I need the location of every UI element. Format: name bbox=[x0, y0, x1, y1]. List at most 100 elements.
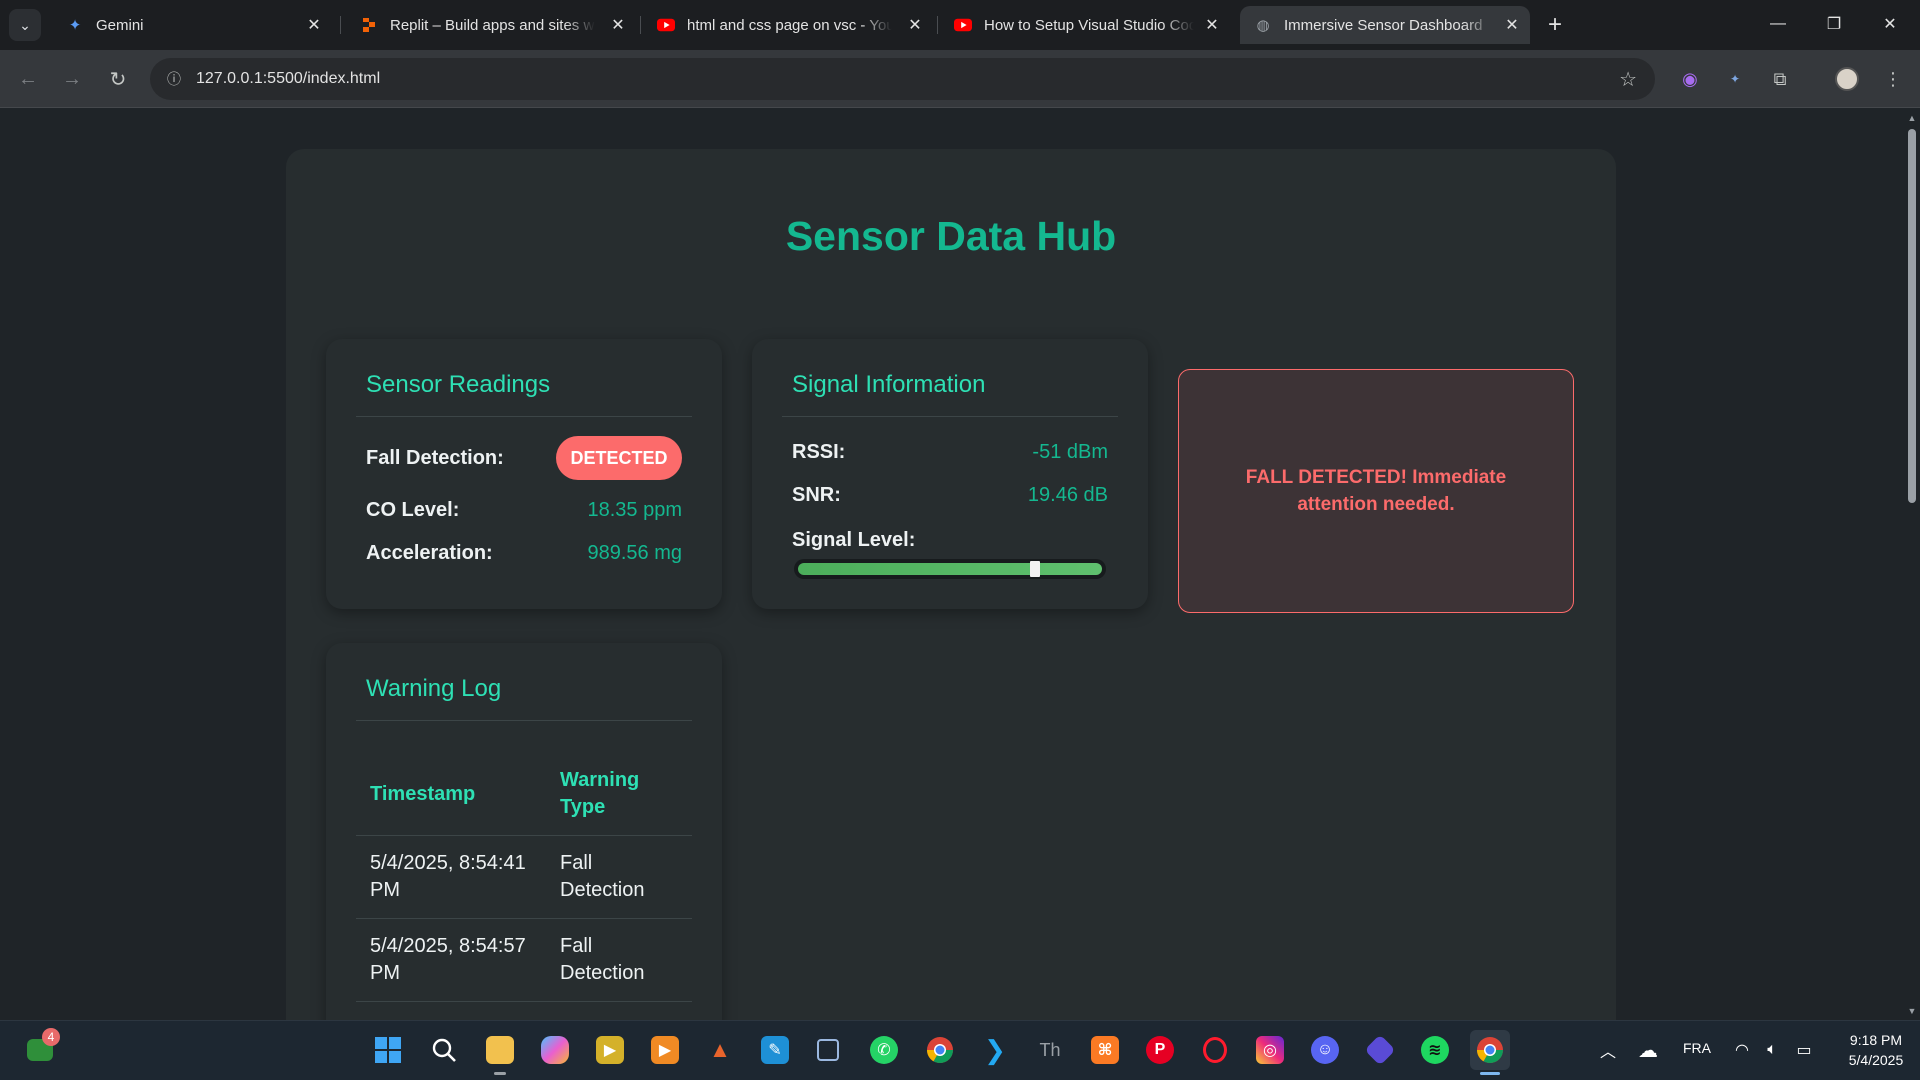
xampp-icon[interactable]: ⌘ bbox=[1085, 1030, 1125, 1070]
table-header-row: Timestamp Warning Type bbox=[356, 753, 692, 836]
tab-title: Gemini bbox=[96, 16, 144, 34]
copilot-icon[interactable] bbox=[535, 1030, 575, 1070]
youtube-icon bbox=[657, 16, 675, 34]
chrome-icon[interactable] bbox=[920, 1030, 960, 1070]
profile-avatar[interactable] bbox=[1832, 64, 1862, 94]
close-icon[interactable]: ✕ bbox=[1502, 15, 1522, 35]
tab-immersive-sensor-dashboard[interactable]: ◍ Immersive Sensor Dashboard ✕ bbox=[1240, 6, 1530, 44]
info-icon[interactable]: ⓘ bbox=[162, 67, 186, 91]
spotify-icon[interactable]: ≋ bbox=[1415, 1030, 1455, 1070]
back-button[interactable]: ← bbox=[12, 63, 44, 95]
typora-icon[interactable]: Th bbox=[1030, 1030, 1070, 1070]
close-icon[interactable]: ✕ bbox=[608, 15, 628, 35]
sensor-readings-card: Sensor Readings Fall Detection: DETECTED… bbox=[326, 339, 722, 609]
tab-youtube-html-css[interactable]: html and css page on vsc - YouTube ✕ bbox=[643, 6, 933, 44]
restore-button[interactable]: ❐ bbox=[1806, 0, 1862, 48]
tab-search-button[interactable]: ⌄ bbox=[9, 9, 41, 41]
chevron-up-icon[interactable]: ︿ bbox=[1588, 1030, 1628, 1070]
column-header-timestamp: Timestamp bbox=[356, 753, 546, 836]
page-viewport: Sensor Data Hub Sensor Readings Fall Det… bbox=[0, 109, 1920, 1020]
divider bbox=[356, 720, 692, 721]
reload-icon: ↻ bbox=[109, 68, 127, 91]
table-row: 5/4/2025, 8:54:41 PM Fall Detection bbox=[356, 835, 692, 919]
plus-icon: + bbox=[1547, 11, 1562, 38]
search-icon[interactable] bbox=[424, 1030, 464, 1070]
arrow-right-icon: → bbox=[62, 67, 82, 90]
close-icon[interactable]: ✕ bbox=[304, 15, 324, 35]
restore-icon: ❐ bbox=[1826, 16, 1842, 33]
address-bar[interactable]: ⓘ 127.0.0.1:5500/index.html ☆ bbox=[150, 58, 1655, 100]
close-window-button[interactable]: ✕ bbox=[1862, 0, 1918, 48]
close-icon[interactable]: ✕ bbox=[905, 15, 925, 35]
tab-separator bbox=[340, 16, 341, 34]
tab-youtube-vscode[interactable]: How to Setup Visual Studio Code ✕ bbox=[940, 6, 1230, 44]
extensions-puzzle-icon[interactable]: ⧉ bbox=[1765, 64, 1795, 94]
file-explorer-icon[interactable] bbox=[480, 1030, 520, 1070]
scroll-up-arrow-icon[interactable]: ▲ bbox=[1907, 113, 1917, 123]
signal-level-bar bbox=[794, 559, 1106, 579]
tab-title: html and css page on vsc - YouTube bbox=[687, 16, 892, 34]
chevron-down-icon: ⌄ bbox=[19, 16, 31, 33]
tab-title: Replit – Build apps and sites with bbox=[390, 16, 595, 34]
minimize-icon: — bbox=[1770, 15, 1786, 32]
vscode-icon[interactable]: ❯ bbox=[975, 1030, 1015, 1070]
start-windows-icon[interactable] bbox=[368, 1030, 408, 1070]
plex-icon[interactable]: ▶ bbox=[645, 1030, 685, 1070]
pinterest-icon[interactable]: P bbox=[1140, 1030, 1180, 1070]
scrollbar-thumb[interactable] bbox=[1908, 129, 1916, 503]
card-title: Sensor Readings bbox=[366, 371, 551, 398]
media-player-icon[interactable]: ▶ bbox=[590, 1030, 630, 1070]
running-indicator bbox=[494, 1072, 506, 1075]
signal-level-marker bbox=[1030, 561, 1041, 577]
notification-badge: 4 bbox=[42, 1028, 60, 1046]
onedrive-cloud-icon[interactable]: ☁ bbox=[1628, 1030, 1668, 1070]
divider bbox=[782, 416, 1118, 417]
rssi-value: -51 dBm bbox=[1032, 441, 1108, 463]
dashboard-container: Sensor Data Hub Sensor Readings Fall Det… bbox=[286, 149, 1616, 1020]
reload-button[interactable]: ↻ bbox=[102, 63, 134, 95]
snr-label: SNR: bbox=[792, 484, 841, 506]
taskbar-clock[interactable]: 9:18 PM 5/4/2025 bbox=[1836, 1030, 1916, 1070]
whatsapp-icon[interactable]: ✆ bbox=[864, 1030, 904, 1070]
page-scrollbar[interactable]: ▲ ▼ bbox=[1904, 109, 1920, 1020]
co-level-value: 18.35 ppm bbox=[587, 499, 682, 521]
discord-icon[interactable]: ☺ bbox=[1305, 1030, 1345, 1070]
new-tab-button[interactable]: + bbox=[1540, 10, 1570, 40]
url-text[interactable]: 127.0.0.1:5500/index.html bbox=[196, 70, 380, 88]
bookmark-star-icon[interactable]: ☆ bbox=[1619, 67, 1637, 92]
tab-title: How to Setup Visual Studio Code bbox=[984, 16, 1194, 34]
minimize-button[interactable]: — bbox=[1750, 0, 1806, 48]
more-menu-icon[interactable]: ⋮ bbox=[1878, 64, 1908, 94]
gemini-icon: ✦ bbox=[68, 17, 82, 34]
chrome-profile-icon[interactable] bbox=[1470, 1030, 1510, 1070]
tab-separator bbox=[937, 16, 938, 34]
fall-alert-box: FALL DETECTED! Immediate attention neede… bbox=[1178, 369, 1574, 613]
extension-icon[interactable]: ✦ bbox=[1720, 64, 1750, 94]
opera-icon[interactable] bbox=[1195, 1030, 1235, 1070]
matlab-icon[interactable]: ▲ bbox=[700, 1030, 740, 1070]
media-app-icon[interactable] bbox=[1360, 1030, 1400, 1070]
close-icon[interactable]: ✕ bbox=[1202, 15, 1222, 35]
snr-value: 19.46 dB bbox=[1027, 484, 1108, 506]
browser-tab-strip: ⌄ ✦ Gemini ✕ Replit – Build apps and sit… bbox=[0, 0, 1920, 50]
arrow-left-icon: ← bbox=[18, 67, 38, 90]
forward-button[interactable]: → bbox=[56, 63, 88, 95]
tab-gemini[interactable]: ✦ Gemini ✕ bbox=[52, 6, 332, 44]
extension-icon[interactable]: ◉ bbox=[1675, 64, 1705, 94]
language-indicator[interactable]: FRA bbox=[1683, 1040, 1711, 1056]
card-title: Warning Log bbox=[366, 675, 502, 702]
rssi-label: RSSI: bbox=[792, 441, 846, 463]
scroll-down-arrow-icon[interactable]: ▼ bbox=[1907, 1006, 1917, 1016]
code-editor-icon[interactable]: ✎ bbox=[755, 1030, 795, 1070]
timestamp-cell: 5/4/2025, 8:54:57 PM bbox=[356, 918, 546, 1002]
divider bbox=[356, 416, 692, 417]
globe-icon: ◍ bbox=[1256, 17, 1270, 34]
warning-log-table: Timestamp Warning Type 5/4/2025, 8:54:41… bbox=[356, 753, 692, 1002]
battery-icon[interactable]: ▭ bbox=[1784, 1030, 1824, 1070]
tab-replit[interactable]: Replit – Build apps and sites with ✕ bbox=[346, 6, 636, 44]
table-row: 5/4/2025, 8:54:57 PM Fall Detection bbox=[356, 918, 692, 1002]
acceleration-label: Acceleration: bbox=[366, 542, 493, 564]
virtualbox-icon[interactable] bbox=[808, 1030, 848, 1070]
instagram-icon[interactable]: ◎ bbox=[1250, 1030, 1290, 1070]
clock-time: 9:18 PM bbox=[1849, 1032, 1903, 1048]
